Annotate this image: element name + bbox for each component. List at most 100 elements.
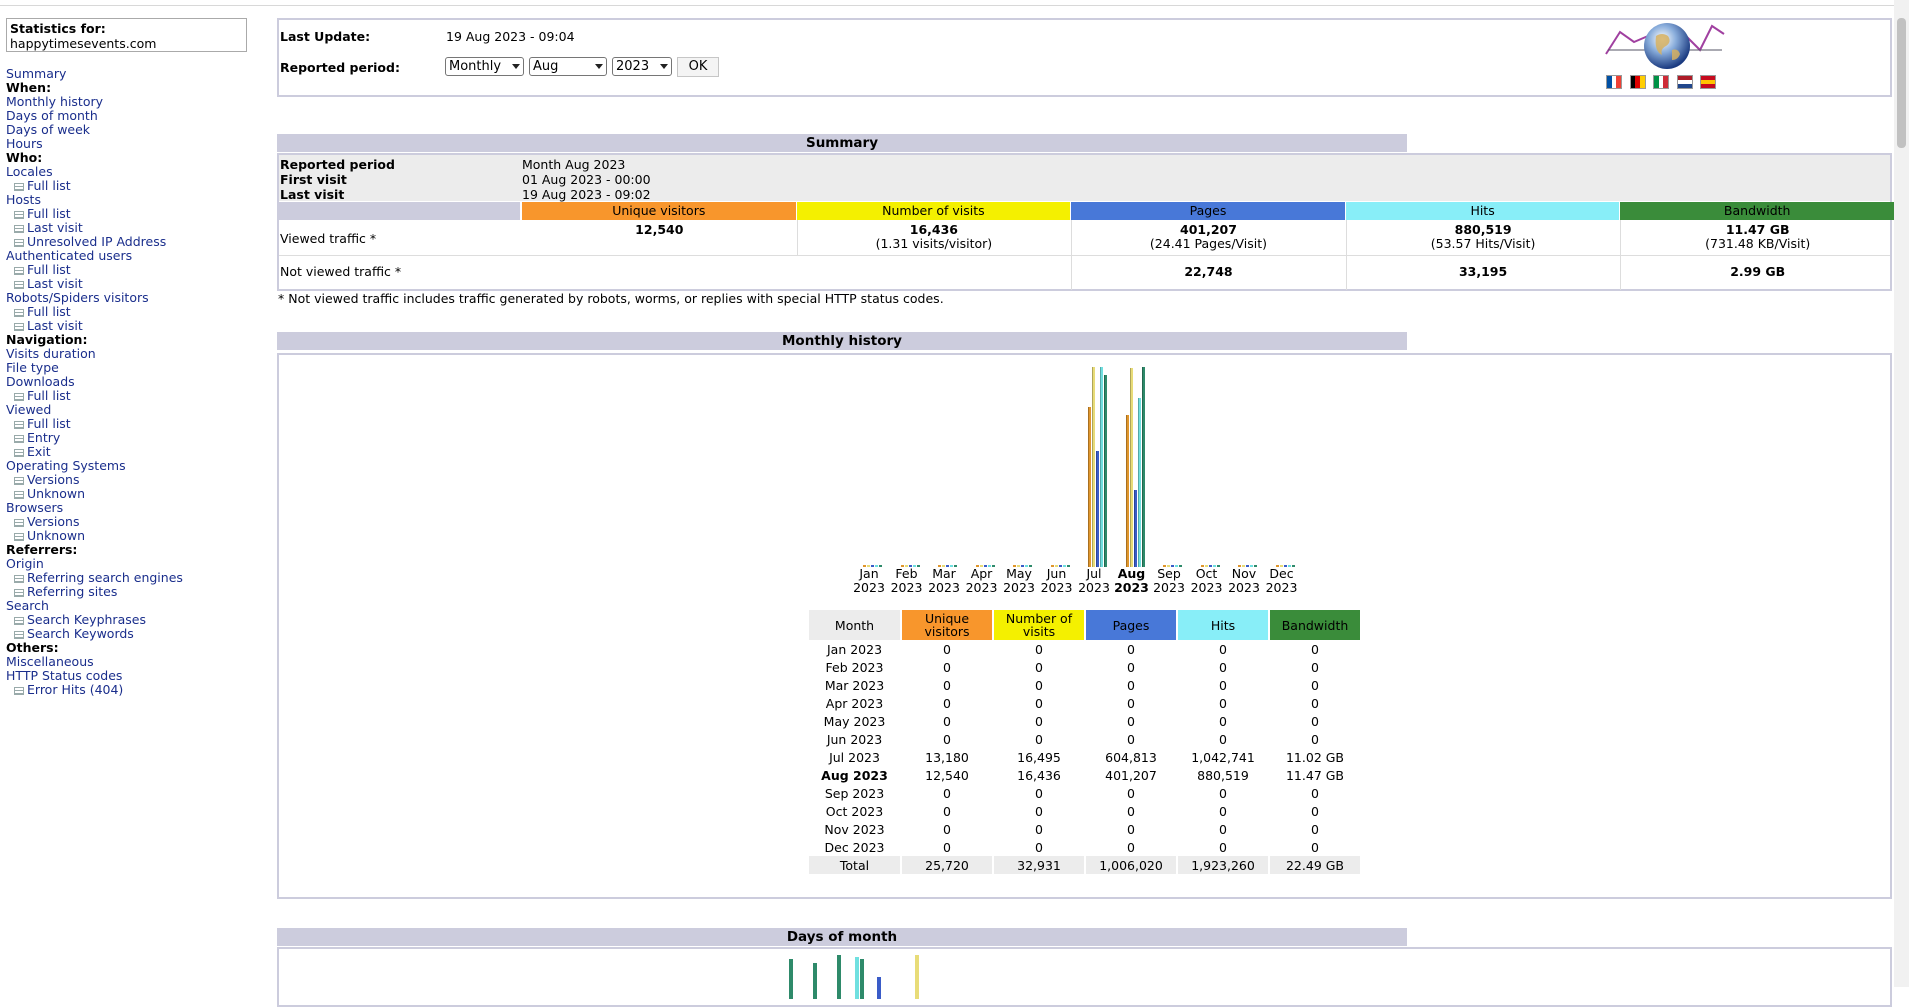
menu-link-label: Referring sites xyxy=(27,584,118,599)
menu-sublink[interactable]: Exit xyxy=(6,445,266,459)
not-viewed-traffic-value: 22,748 xyxy=(1184,264,1233,279)
not-viewed-traffic-value: 33,195 xyxy=(1458,264,1508,279)
menu-link[interactable]: Robots/Spiders visitors xyxy=(6,291,266,305)
ok-button[interactable]: OK xyxy=(677,57,719,77)
not-viewed-traffic-value: 2.99 GB xyxy=(1730,264,1786,279)
menu-link[interactable]: Locales xyxy=(6,165,266,179)
table-cell: Jun 2023 xyxy=(826,731,883,747)
table-row: Aug 2023 12,540 16,436 401,207 880,519 11.47 … xyxy=(809,766,1360,784)
menu-link-label: File type xyxy=(6,360,59,375)
menu-sublink[interactable]: Entry xyxy=(6,431,266,445)
flag-icon[interactable] xyxy=(1676,75,1693,89)
menu-link[interactable]: Days of week xyxy=(6,123,266,137)
menu-link[interactable]: Days of month xyxy=(6,109,266,123)
menu-sublink[interactable]: Full list xyxy=(6,305,266,319)
menu-sublink[interactable]: Unresolved IP Address xyxy=(6,235,266,249)
viewed-traffic-value: 880,519 (53.57 Hits/Visit) xyxy=(1346,223,1621,251)
table-cell: 0 xyxy=(1219,695,1227,711)
chart-bar xyxy=(1092,367,1095,567)
chart-bar xyxy=(1100,367,1103,567)
table-cell: 0 xyxy=(1311,731,1319,747)
menu-sublink[interactable]: Unknown xyxy=(6,487,266,501)
scrollbar-thumb[interactable] xyxy=(1897,18,1906,148)
menu-sublink[interactable]: Versions xyxy=(6,473,266,487)
first-visit-value: 01 Aug 2023 - 00:00 xyxy=(522,172,651,187)
menu-sublink[interactable]: Full list xyxy=(6,207,266,221)
table-row: Jul 2023 13,180 16,495 604,813 1,042,741 11.0… xyxy=(809,748,1360,766)
menu-sublink[interactable]: Unknown xyxy=(6,529,266,543)
list-icon xyxy=(14,322,24,331)
chart-tick-label: May 2023 xyxy=(1001,567,1037,595)
menu-link[interactable]: Monthly history xyxy=(6,95,266,109)
menu-link[interactable]: File type xyxy=(6,361,266,375)
menu-link-label: Exit xyxy=(27,444,51,459)
menu-link[interactable]: Downloads xyxy=(6,375,266,389)
month-select[interactable]: Aug xyxy=(529,57,607,76)
menu-link[interactable]: Origin xyxy=(6,557,266,571)
table-cell: 0 xyxy=(943,839,951,855)
flag-icon[interactable] xyxy=(1700,75,1716,89)
menu-sublink[interactable]: Full list xyxy=(6,179,266,193)
menu-link[interactable]: Miscellaneous xyxy=(6,655,266,669)
menu-sublink[interactable]: Search Keywords xyxy=(6,627,266,641)
menu-link[interactable]: Hours xyxy=(6,137,266,151)
menu-link-label: Unresolved IP Address xyxy=(27,234,167,249)
chart-tick-label: Jun 2023 xyxy=(1039,567,1075,595)
chart-tick-label: Jan 2023 xyxy=(851,567,887,595)
flag-icon[interactable] xyxy=(1606,75,1622,89)
menu-link[interactable]: HTTP Status codes xyxy=(6,669,266,683)
monthly-table-column-header: Unique visitors xyxy=(902,610,992,640)
flag-icon[interactable] xyxy=(1629,75,1646,89)
menu-link[interactable]: Viewed xyxy=(6,403,266,417)
menu-link[interactable]: Search xyxy=(6,599,266,613)
menu-link[interactable]: Operating Systems xyxy=(6,459,266,473)
chart-bar xyxy=(1096,451,1099,567)
menu-link[interactable]: Browsers xyxy=(6,501,266,515)
table-row: Feb 2023 0 0 0 0 0 xyxy=(809,658,1360,676)
browser-top-edge xyxy=(0,0,1909,6)
menu-link-label: Search Keywords xyxy=(27,626,134,641)
year-select[interactable]: 2023 xyxy=(612,57,672,76)
tick-month: Aug xyxy=(1117,566,1146,581)
table-cell: 880,519 xyxy=(1197,767,1249,783)
menu-sublink[interactable]: Full list xyxy=(6,417,266,431)
menu-link[interactable]: Summary xyxy=(6,67,266,81)
menu-sublink[interactable]: Last visit xyxy=(6,319,266,333)
menu-link-label: Unknown xyxy=(27,486,86,501)
table-row: Sep 2023 0 0 0 0 0 xyxy=(809,784,1360,802)
reported-period-row-label: Reported period xyxy=(280,157,395,172)
table-cell: 0 xyxy=(1311,785,1319,801)
table-cell: 0 xyxy=(1035,803,1043,819)
menu-sublink[interactable]: Search Keyphrases xyxy=(6,613,266,627)
menu-sublink[interactable]: Referring search engines xyxy=(6,571,266,585)
tick-year: 2023 xyxy=(1078,580,1110,595)
reported-period-label: Reported period: xyxy=(280,60,400,75)
chart-bar xyxy=(1137,398,1141,567)
chart-tick-label: Jul 2023 xyxy=(1076,567,1112,595)
menu-sublink[interactable]: Error Hits (404) xyxy=(6,683,266,697)
menu-link[interactable]: Hosts xyxy=(6,193,266,207)
menu-link-label: Full list xyxy=(27,416,71,431)
list-icon xyxy=(14,532,24,541)
table-cell: 0 xyxy=(1035,821,1043,837)
table-cell: Mar 2023 xyxy=(824,677,885,693)
menu-link-label: Browsers xyxy=(6,500,64,515)
page-scrollbar[interactable] xyxy=(1894,0,1909,987)
tick-month: May xyxy=(1006,566,1032,581)
menu-sublink[interactable]: Last visit xyxy=(6,277,266,291)
table-cell: Jul 2023 xyxy=(829,749,880,765)
period-type-value: Monthly xyxy=(449,59,502,74)
menu-sublink[interactable]: Last visit xyxy=(6,221,266,235)
flag-icon[interactable] xyxy=(1653,75,1669,89)
menu-link[interactable]: Visits duration xyxy=(6,347,266,361)
period-type-select[interactable]: Monthly xyxy=(445,57,524,76)
menu-sublink[interactable]: Full list xyxy=(6,263,266,277)
column-divider xyxy=(796,220,798,255)
menu-sublink[interactable]: Referring sites xyxy=(6,585,266,599)
table-cell: 0 xyxy=(1311,641,1319,657)
menu-sublink[interactable]: Versions xyxy=(6,515,266,529)
menu-sublink[interactable]: Full list xyxy=(6,389,266,403)
menu-link[interactable]: Authenticated users xyxy=(6,249,266,263)
table-cell: 0 xyxy=(1127,821,1135,837)
viewed-traffic-number: 880,519 xyxy=(1454,222,1512,237)
